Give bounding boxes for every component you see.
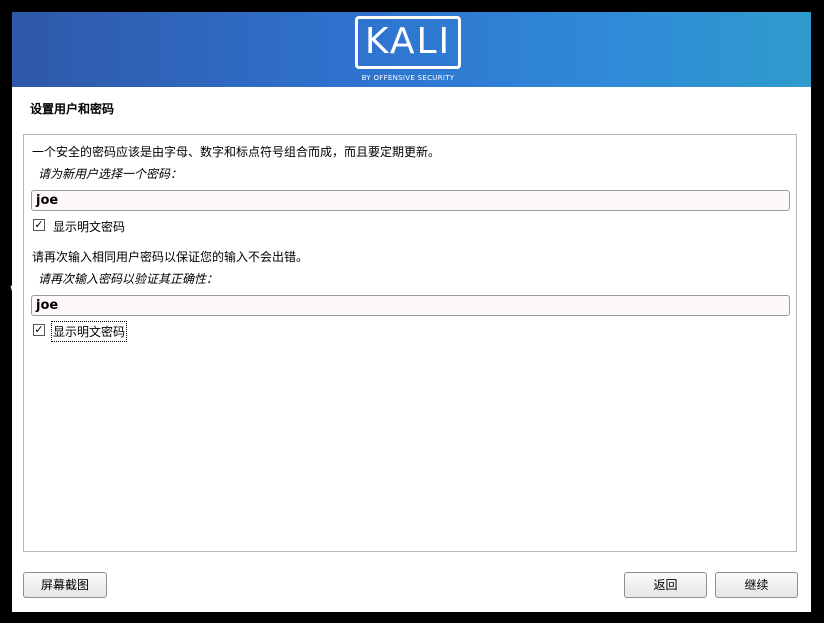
- password-intro: 一个安全的密码应该是由字母、数字和标点符号组合而成，而且要定期更新。: [32, 145, 441, 159]
- page-title: 设置用户和密码: [30, 102, 115, 116]
- logo-text: KALI: [364, 21, 452, 62]
- kali-banner: KALI BY OFFENSIVE SECURITY: [12, 12, 811, 87]
- screenshot-button[interactable]: 屏幕截图: [23, 572, 107, 598]
- password-input[interactable]: joe: [31, 190, 790, 211]
- password-label: 请为新用户选择一个密码：: [38, 167, 183, 181]
- kali-logo: KALI BY OFFENSIVE SECURITY: [355, 16, 467, 82]
- repeat-intro: 请再次输入相同用户密码以保证您的输入不会出错。: [32, 250, 309, 264]
- checkbox-checked-icon[interactable]: ✓: [33, 219, 45, 231]
- show-password-label-1: 显示明文密码: [53, 220, 126, 234]
- logo-subtitle: BY OFFENSIVE SECURITY: [361, 74, 455, 82]
- repeat-password-input[interactable]: joe: [31, 295, 790, 316]
- form-panel: 一个安全的密码应该是由字母、数字和标点符号组合而成，而且要定期更新。 请为新用户…: [23, 134, 797, 552]
- repeat-label: 请再次输入密码以验证其正确性：: [38, 272, 219, 286]
- continue-button[interactable]: 继续: [715, 572, 798, 598]
- show-password-label-2: 显示明文密码: [50, 321, 128, 342]
- checkbox-checked-icon[interactable]: ✓: [33, 324, 45, 336]
- back-button[interactable]: 返回: [624, 572, 707, 598]
- installer-window: KALI BY OFFENSIVE SECURITY 设置用户和密码 一个安全的…: [12, 12, 811, 612]
